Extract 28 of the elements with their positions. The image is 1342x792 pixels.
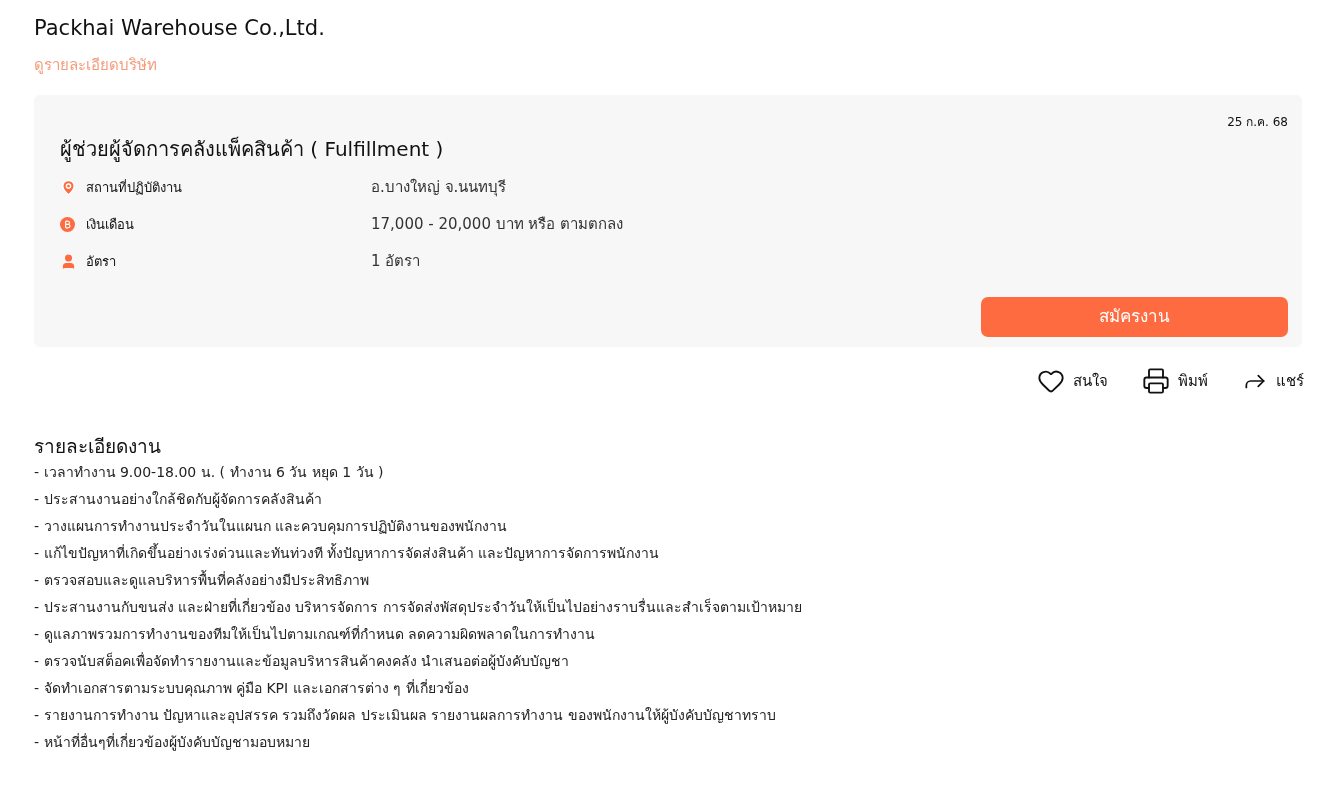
description-line: - รายงานการทำงาน ปัญหาและอุปสรรค รวมถึงวัดผล ประเมินผล รายงานผลการทำงาน ของพนักงานให้ผู้บังคับบัญชาทราบ xyxy=(34,706,777,726)
fact-value: 1 อัตรา xyxy=(371,251,421,273)
fact-label: อัตรา xyxy=(86,252,117,271)
action-button[interactable]: พิมพ์ xyxy=(1142,367,1208,395)
description-line: - ตรวจสอบและดูแลบริหารพื้นที่คลังอย่างมีประสิทธิภาพ xyxy=(34,569,370,591)
description-line: - ดูแลภาพรวมการทำงานของทีมให้เป็นไปตามเกณฑ์ที่กำหนด ลดความผิดพลาดในการทำงาน xyxy=(34,624,596,645)
post-date: 25 ก.ค. 68 xyxy=(1227,114,1288,131)
company-name: Packhai Warehouse Co.,Ltd. xyxy=(34,15,326,42)
description-line: - แก้ไขปัญหาที่เกิดขึ้นอย่างเร่งด่วนและทันท่วงที ทั้งปัญหาการจัดส่งสินค้า และปัญหาการจัดการพนักงาน xyxy=(34,542,661,563)
description-line: - จัดทำเอกสารตามระบบคุณภาพ คู่มือ KPI และเอกสารต่าง ๆ ที่เกี่ยวข้อง xyxy=(34,678,470,699)
action-button[interactable]: แชร์ xyxy=(1242,367,1304,395)
fact-label: เงินเดือน xyxy=(86,215,135,234)
coin-icon xyxy=(60,217,75,232)
description-line: - ประสานงานอย่างใกล้ชิดกับผู้จัดการคลังสินค้า xyxy=(34,490,323,510)
job-title: ผู้ช่วยผู้จัดการคลังแพ็คสินค้า ( Fulfillment ) xyxy=(60,135,445,163)
location-pin-icon xyxy=(60,179,77,196)
action-button[interactable]: สนใจ xyxy=(1037,367,1108,395)
description-line: - ตรวจนับสต็อคเพื่อจัดทำรายงานและข้อมูลบริหารสินค้าคงคลัง นำเสนอต่อผู้บังคับบัญชา xyxy=(34,651,570,672)
person-icon xyxy=(60,253,77,270)
description-line: - หน้าที่อื่นๆที่เกี่ยวข้องผู้บังคับบัญชามอบหมาย xyxy=(34,732,311,753)
fact-value: อ.บางใหญ่ จ.นนทบุรี xyxy=(371,177,507,199)
fact-value: 17,000 - 20,000 บาท หรือ ตามตกลง xyxy=(371,214,624,236)
description-line: - ประสานงานกับขนส่ง และฝ่ายที่เกี่ยวข้อง บริหารจัดการ การจัดส่งพัสดุประจำวันให้เป็นไปอย่างราบรื่นและสำเร็จตามเป้าหมาย xyxy=(34,597,803,618)
description-line: - เวลาทำงาน 9.00-18.00 น. ( ทำงาน 6 วัน หยุด 1 วัน ) xyxy=(34,463,385,483)
description-line: - วางแผนการทำงานประจำวันในแผนก และควบคุมการปฏิบัติงานของพนักงาน xyxy=(34,517,508,537)
fact-label: สถานที่ปฏิบัติงาน xyxy=(86,178,183,197)
printer-icon xyxy=(1142,367,1170,395)
section-heading: รายละเอียดงาน xyxy=(34,434,162,459)
